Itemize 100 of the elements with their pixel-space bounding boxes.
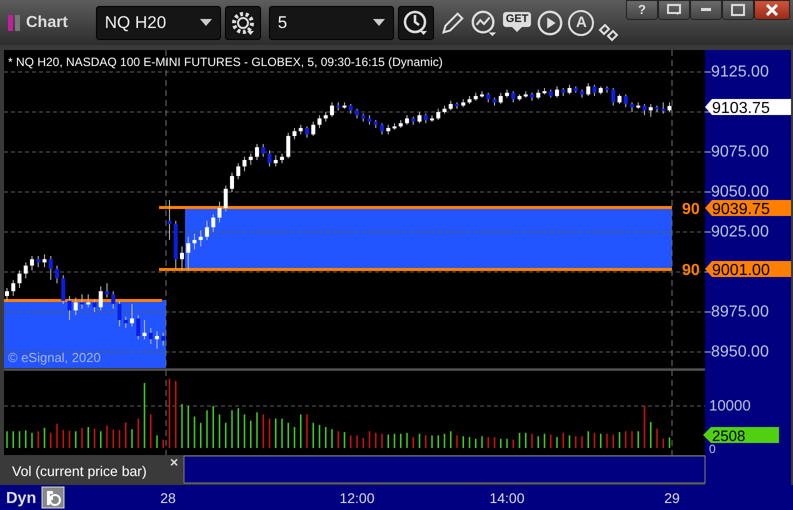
candlestick (668, 102, 672, 112)
candlestick (630, 102, 634, 112)
candlestick (318, 114, 322, 128)
candlestick (5, 288, 9, 302)
clock-button[interactable] (398, 6, 434, 40)
candlestick (648, 104, 653, 118)
candlestick (55, 265, 59, 284)
legend-text: Vol (current price bar) (12, 463, 147, 479)
price-tick-label: 9075.00 (711, 144, 769, 160)
candlestick (642, 104, 646, 116)
time-label: 29 (664, 490, 680, 506)
candlestick (305, 126, 309, 138)
candlestick (424, 113, 428, 124)
volume-tick-label: 0 (709, 442, 716, 456)
candlestick (211, 214, 216, 232)
candlestick (274, 154, 278, 167)
candlestick (205, 220, 209, 240)
candlestick (486, 92, 490, 103)
candlestick (24, 262, 28, 279)
candlestick (261, 144, 266, 158)
close-icon (765, 4, 779, 16)
candlestick (105, 282, 109, 298)
candlestick (111, 290, 116, 310)
candlestick (511, 90, 516, 103)
candlestick (624, 94, 628, 108)
interval-dropdown[interactable]: 5 (268, 6, 394, 40)
caret-icon (200, 18, 212, 26)
maximize-button[interactable] (722, 0, 754, 20)
candlestick (380, 122, 384, 135)
candlestick (661, 102, 666, 114)
volume-tick-label: 10000 (709, 398, 751, 415)
volume-tag: 2508 (703, 427, 779, 445)
candlestick (448, 100, 453, 111)
candlestick (218, 201, 222, 223)
candlestick (155, 330, 159, 350)
candlestick (292, 128, 296, 140)
candlestick (198, 230, 203, 247)
candlestick (436, 108, 440, 120)
candlestick (130, 304, 134, 327)
app-logo-icon (8, 12, 22, 32)
candlestick (536, 89, 540, 100)
candlestick (280, 153, 284, 164)
gear-icon (230, 10, 256, 36)
app-title: Chart (26, 12, 68, 32)
price-tick-label: 9050.00 (711, 184, 769, 200)
candlestick (311, 121, 316, 136)
close-button[interactable] (754, 0, 790, 20)
price-tick-label: 8950.00 (711, 344, 769, 360)
candlestick (368, 114, 372, 126)
candlestick (298, 124, 303, 135)
candlestick (80, 294, 84, 310)
candlestick (11, 280, 16, 296)
price-tick-label: 9125.00 (711, 64, 769, 80)
candlestick (348, 104, 353, 114)
candlestick (118, 300, 122, 327)
clock-icon (402, 10, 429, 36)
candlestick (142, 320, 146, 340)
candlestick (611, 88, 616, 106)
candlestick (30, 256, 34, 271)
candlestick (92, 298, 96, 312)
chart-title: * NQ H20, NASDAQ 100 E-MINI FUTURES - GLOBEX, 5, 09:30-16:15 (Dynamic) (8, 55, 443, 69)
price-tag: 9001.00 (705, 261, 791, 279)
candlestick (161, 332, 166, 346)
level-label: 90 (682, 262, 700, 279)
letter-a-button[interactable]: A (568, 10, 594, 36)
candlestick (48, 256, 53, 280)
candlestick (405, 114, 409, 126)
candlestick (355, 108, 359, 119)
candlestick (230, 172, 234, 192)
candlestick (61, 274, 66, 304)
dock-button[interactable] (658, 0, 690, 20)
candlestick (180, 246, 184, 271)
minimize-icon (700, 8, 712, 12)
candlestick (586, 82, 590, 96)
candlestick (192, 233, 196, 250)
price-tag: 9039.75 (705, 200, 791, 218)
candlestick (255, 144, 259, 160)
candlestick (618, 94, 622, 104)
close-button[interactable]: × (170, 454, 178, 470)
candlestick (148, 328, 153, 344)
time-label: 14:00 (489, 490, 525, 506)
help-button[interactable]: ? (626, 0, 658, 20)
play-icon[interactable] (536, 8, 564, 36)
caret-icon (372, 18, 385, 26)
candlestick (498, 92, 503, 104)
candlestick (324, 112, 328, 122)
copyright-text: © eSignal, 2020 (8, 350, 101, 365)
candlestick (286, 132, 290, 159)
dyn-button[interactable]: Dyn (4, 486, 40, 508)
symbol-dropdown[interactable]: NQ H20 (96, 6, 221, 40)
candlestick (68, 296, 72, 320)
minimize-button[interactable] (690, 0, 722, 20)
line-chart-icon[interactable] (470, 8, 498, 36)
candlestick (18, 270, 22, 288)
candlestick (555, 86, 559, 98)
candlestick (86, 294, 90, 308)
candlestick (124, 316, 128, 328)
candlestick (242, 156, 246, 172)
settings-button[interactable] (224, 6, 261, 40)
candlestick (36, 256, 40, 268)
